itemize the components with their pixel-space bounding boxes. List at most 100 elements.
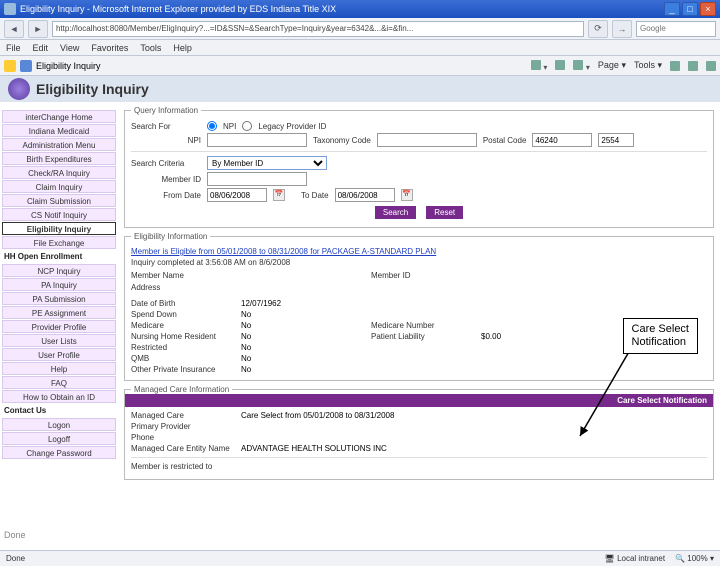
qmb-value: No bbox=[241, 354, 371, 363]
sidebar-item-help[interactable]: Help bbox=[2, 362, 116, 375]
sidebar-item-how-to-obtain-an-id[interactable]: How to Obtain an ID bbox=[2, 390, 116, 403]
menu-view[interactable]: View bbox=[60, 43, 79, 53]
menu-tools[interactable]: Tools bbox=[140, 43, 161, 53]
inquiry-timestamp: Inquiry completed at 3:56:08 AM on 8/6/2… bbox=[131, 258, 707, 267]
calendar-icon-2[interactable]: 📅 bbox=[401, 189, 413, 201]
member-name-value bbox=[241, 271, 321, 281]
to-date-label: To Date bbox=[301, 191, 329, 200]
extra-icon-2[interactable] bbox=[688, 61, 698, 71]
browser-search-input[interactable] bbox=[636, 21, 716, 37]
medicare-value: No bbox=[241, 321, 371, 330]
forward-button[interactable]: ► bbox=[28, 20, 48, 38]
restricted-note: Member is restricted to bbox=[131, 462, 707, 471]
eligibility-status-link[interactable]: Member is Eligible from 05/01/2008 to 08… bbox=[131, 247, 436, 256]
sidebar-item-hh-open-enrollment[interactable]: HH Open Enrollment bbox=[2, 250, 116, 263]
back-button[interactable]: ◄ bbox=[4, 20, 24, 38]
npi-label: NPI bbox=[131, 136, 201, 145]
npi-radio[interactable] bbox=[207, 121, 217, 131]
sidebar-item-indiana-medicaid[interactable]: Indiana Medicaid bbox=[2, 124, 116, 137]
nursing-label: Nursing Home Resident bbox=[131, 332, 241, 341]
qmb-label: QMB bbox=[131, 354, 241, 363]
close-button[interactable]: × bbox=[700, 2, 716, 16]
restricted-value: No bbox=[241, 343, 371, 352]
address-bar[interactable]: http://localhost:8080/Member/EligInquiry… bbox=[52, 21, 584, 37]
sidebar-item-eligibility-inquiry[interactable]: Eligibility Inquiry bbox=[2, 222, 116, 235]
tab-label[interactable]: Eligibility Inquiry bbox=[36, 61, 101, 71]
window-titlebar: Eligibility Inquiry - Microsoft Internet… bbox=[0, 0, 720, 18]
spend-label: Spend Down bbox=[131, 310, 241, 319]
nursing-value: No bbox=[241, 332, 371, 341]
refresh-button[interactable]: ⟳ bbox=[588, 20, 608, 38]
sidebar-item-provider-profile[interactable]: Provider Profile bbox=[2, 320, 116, 333]
sidebar-item-user-lists[interactable]: User Lists bbox=[2, 334, 116, 347]
medicare-label: Medicare bbox=[131, 321, 241, 330]
sidebar-item-check-ra-inquiry[interactable]: Check/RA Inquiry bbox=[2, 166, 116, 179]
member-id-value bbox=[481, 271, 561, 281]
menu-edit[interactable]: Edit bbox=[33, 43, 49, 53]
menu-favorites[interactable]: Favorites bbox=[91, 43, 128, 53]
sidebar-item-contact-us[interactable]: Contact Us bbox=[2, 404, 116, 417]
sidebar-item-pe-assignment[interactable]: PE Assignment bbox=[2, 306, 116, 319]
npi-input[interactable] bbox=[207, 133, 307, 147]
minimize-button[interactable]: _ bbox=[664, 2, 680, 16]
query-legend: Query Information bbox=[131, 106, 201, 115]
legacy-radio-label: Legacy Provider ID bbox=[258, 122, 326, 131]
sidebar-item-change-password[interactable]: Change Password bbox=[2, 446, 116, 459]
sidebar-item-logon[interactable]: Logon bbox=[2, 418, 116, 431]
address-label: Address bbox=[131, 283, 241, 293]
extra-icon-1[interactable] bbox=[670, 61, 680, 71]
tools-menu[interactable]: Tools ▾ bbox=[634, 60, 662, 71]
sidebar-item-file-exchange[interactable]: File Exchange bbox=[2, 236, 116, 249]
query-info-section: Query Information Search For NPI Legacy … bbox=[124, 106, 714, 228]
extra-icon-3[interactable] bbox=[706, 61, 716, 71]
status-zoom: 100% bbox=[687, 554, 707, 563]
legacy-radio[interactable] bbox=[242, 121, 252, 131]
status-done: Done bbox=[6, 554, 25, 563]
sidebar-item-birth-expenditures[interactable]: Birth Expenditures bbox=[2, 152, 116, 165]
sidebar-item-logoff[interactable]: Logoff bbox=[2, 432, 116, 445]
menu-file[interactable]: File bbox=[6, 43, 21, 53]
criteria-select[interactable]: By Member ID bbox=[207, 156, 327, 170]
zip2-input[interactable] bbox=[598, 133, 634, 147]
sidebar-item-interchange-home[interactable]: interChange Home bbox=[2, 110, 116, 123]
sidebar: interChange HomeIndiana MedicaidAdminist… bbox=[0, 102, 118, 550]
from-date-input[interactable] bbox=[207, 188, 267, 202]
go-button[interactable]: → bbox=[612, 20, 632, 38]
favorites-icon[interactable] bbox=[4, 60, 16, 72]
member-name-label: Member Name bbox=[131, 271, 241, 281]
zip1-input[interactable] bbox=[532, 133, 592, 147]
liability-label: Patient Liability bbox=[371, 332, 481, 341]
other-ins-value: No bbox=[241, 365, 371, 374]
to-date-input[interactable] bbox=[335, 188, 395, 202]
managed-legend: Managed Care Information bbox=[131, 385, 232, 394]
sidebar-item-claim-inquiry[interactable]: Claim Inquiry bbox=[2, 180, 116, 193]
maximize-button[interactable]: □ bbox=[682, 2, 698, 16]
taxonomy-input[interactable] bbox=[377, 133, 477, 147]
sidebar-item-cs-notif-inquiry[interactable]: CS Notif Inquiry bbox=[2, 208, 116, 221]
pp-label: Primary Provider bbox=[131, 422, 241, 431]
calendar-icon[interactable]: 📅 bbox=[273, 189, 285, 201]
menu-help[interactable]: Help bbox=[173, 43, 192, 53]
sidebar-item-pa-submission[interactable]: PA Submission bbox=[2, 292, 116, 305]
mc-value: Care Select from 05/01/2008 to 08/31/200… bbox=[241, 411, 611, 420]
criteria-label: Search Criteria bbox=[131, 159, 201, 168]
sidebar-item-pa-inquiry[interactable]: PA Inquiry bbox=[2, 278, 116, 291]
page-menu[interactable]: Page ▾ bbox=[598, 60, 626, 71]
medicare-num-label: Medicare Number bbox=[371, 321, 481, 330]
search-button[interactable]: Search bbox=[375, 206, 416, 219]
sidebar-item-user-profile[interactable]: User Profile bbox=[2, 348, 116, 361]
sidebar-item-ncp-inquiry[interactable]: NCP Inquiry bbox=[2, 264, 116, 277]
phone-label: Phone bbox=[131, 433, 241, 442]
sidebar-item-administration-menu[interactable]: Administration Menu bbox=[2, 138, 116, 151]
sidebar-item-faq[interactable]: FAQ bbox=[2, 376, 116, 389]
status-zone: Local intranet bbox=[617, 554, 665, 563]
sidebar-item-claim-submission[interactable]: Claim Submission bbox=[2, 194, 116, 207]
print-icon[interactable] bbox=[573, 60, 583, 70]
liability-value: $0.00 bbox=[481, 332, 611, 341]
home-icon[interactable] bbox=[531, 60, 541, 70]
feed-icon[interactable] bbox=[555, 60, 565, 70]
member-id-input[interactable] bbox=[207, 172, 307, 186]
annotation-callout: Care Select Notification bbox=[623, 318, 698, 354]
reset-button[interactable]: Reset bbox=[426, 206, 463, 219]
taxonomy-label: Taxonomy Code bbox=[313, 136, 371, 145]
